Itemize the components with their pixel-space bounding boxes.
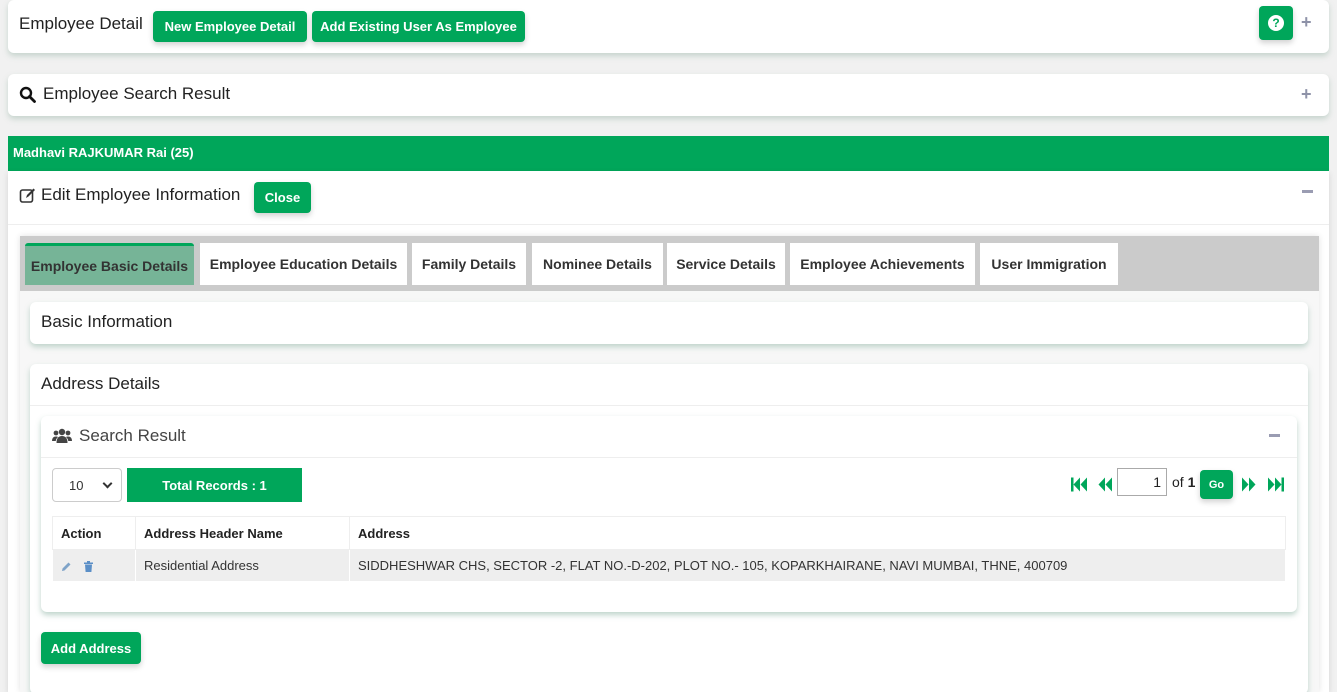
add-existing-user-button[interactable]: Add Existing User As Employee [312, 11, 525, 42]
total-pages: 1 [1187, 474, 1196, 490]
tab-nominee-details[interactable]: Nominee Details [532, 243, 663, 285]
previous-page-icon[interactable] [1098, 476, 1113, 493]
users-icon [52, 428, 72, 443]
tab-service-details[interactable]: Service Details [667, 243, 785, 285]
address-header-name-cell: Residential Address [135, 549, 350, 581]
edit-icon [19, 188, 35, 203]
search-result-card: Search Result 10 Total Records : 1 1 of … [41, 416, 1297, 612]
search-result-title: Search Result [79, 426, 186, 445]
chevron-down-icon [102, 478, 113, 489]
divider [8, 224, 1329, 225]
table-row: Residential Address SIDDHESHWAR CHS, SEC… [52, 549, 1286, 581]
trash-icon[interactable] [83, 560, 94, 572]
edit-pencil-icon[interactable] [61, 561, 72, 572]
page-size-select[interactable]: 10 [52, 468, 122, 502]
collapse-icon[interactable] [1302, 190, 1313, 193]
address-table: Action Address Header Name Address Resid… [52, 516, 1286, 581]
address-details-card: Address Details Search Result 10 Total R… [30, 364, 1308, 692]
tab-employee-achievements[interactable]: Employee Achievements [790, 243, 975, 285]
card-title: Basic Information [41, 312, 173, 331]
column-header-action: Action [52, 516, 136, 550]
basic-information-card[interactable]: Basic Information [30, 302, 1308, 344]
expand-icon[interactable]: + [1301, 85, 1312, 103]
tab-bar: Employee Basic Details Employee Educatio… [20, 236, 1319, 291]
divider [30, 405, 1308, 406]
help-button[interactable]: ? [1259, 6, 1293, 40]
tab-employee-basic-details[interactable]: Employee Basic Details [25, 243, 194, 285]
search-icon [19, 86, 36, 103]
page: Employee Detail New Employee Detail Add … [0, 0, 1337, 692]
go-button[interactable]: Go [1200, 470, 1233, 499]
collapse-icon[interactable] [1269, 434, 1280, 437]
column-header-address-header-name: Address Header Name [135, 516, 350, 550]
help-icon: ? [1268, 15, 1284, 31]
divider [41, 457, 1297, 458]
page-size-value: 10 [69, 478, 84, 493]
action-cell [52, 549, 136, 581]
tab-employee-education-details[interactable]: Employee Education Details [200, 243, 407, 285]
expand-icon[interactable]: + [1301, 13, 1312, 31]
address-cell: SIDDHESHWAR CHS, SECTOR -2, FLAT NO.-D-2… [349, 549, 1286, 581]
panel-title: Employee Search Result [43, 84, 231, 103]
card-title: Address Details [41, 374, 161, 393]
first-page-icon[interactable] [1071, 476, 1089, 493]
panel-title: Edit Employee Information [41, 185, 241, 204]
edit-employee-panel: Edit Employee Information Close Employee… [8, 171, 1329, 692]
tab-user-immigration[interactable]: User Immigration [980, 243, 1118, 285]
last-page-icon[interactable] [1266, 476, 1284, 493]
of-label: of [1172, 474, 1184, 490]
tabs-container: Employee Basic Details Employee Educatio… [20, 236, 1319, 692]
total-records-badge: Total Records : 1 [127, 468, 302, 502]
table-header-row: Action Address Header Name Address [52, 516, 1286, 550]
page-number-input[interactable]: 1 [1117, 468, 1167, 496]
panel-title: Employee Detail [19, 14, 143, 33]
next-page-icon[interactable] [1241, 476, 1256, 493]
employee-detail-panel: Employee Detail New Employee Detail Add … [8, 0, 1329, 53]
close-button[interactable]: Close [254, 182, 311, 213]
new-employee-detail-button[interactable]: New Employee Detail [153, 11, 307, 42]
tab-family-details[interactable]: Family Details [412, 243, 526, 285]
column-header-address: Address [349, 516, 1286, 550]
employee-name-bar: Madhavi RAJKUMAR Rai (25) [8, 136, 1329, 171]
page-count-label: of 1 [1172, 474, 1195, 490]
add-address-button[interactable]: Add Address [41, 632, 141, 664]
employee-search-result-panel: Employee Search Result + [8, 74, 1329, 116]
